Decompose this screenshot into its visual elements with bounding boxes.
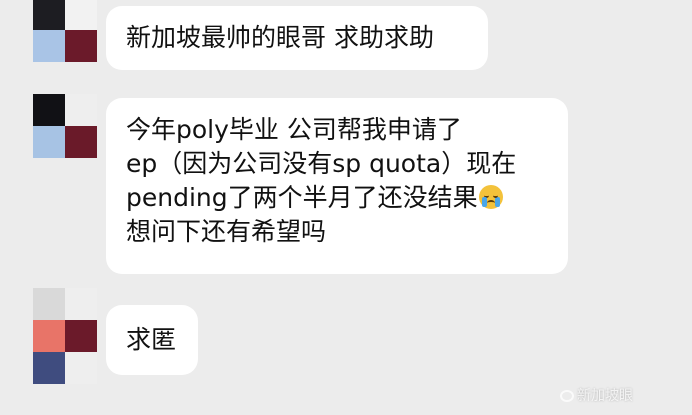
- message-text: pending了两个半月了还没结果: [126, 183, 478, 212]
- avatar[interactable]: [33, 288, 97, 384]
- avatar-tile: [33, 94, 65, 126]
- avatar-tile: [65, 126, 97, 158]
- message-bubble[interactable]: 今年poly毕业 公司帮我申请了 ep（因为公司没有sp quota）现在 pe…: [106, 98, 568, 274]
- message-text: 新加坡最帅的眼哥 求助求助: [126, 23, 434, 52]
- watermark-text: 新加坡眼: [577, 387, 633, 403]
- message-text-with-emoji: pending了两个半月了还没结果: [126, 181, 548, 215]
- message-text: 求匿: [126, 325, 177, 354]
- avatar-tile: [65, 30, 97, 62]
- avatar[interactable]: [33, 94, 97, 158]
- avatar-tile: [33, 320, 65, 352]
- weibo-icon: [560, 390, 574, 402]
- avatar-tile: [33, 288, 65, 320]
- avatar-tile: [65, 94, 97, 126]
- crying-face-icon: [478, 185, 503, 209]
- watermark: 新加坡眼: [560, 385, 633, 405]
- message-bubble[interactable]: 求匿: [106, 305, 198, 375]
- avatar-tile: [33, 0, 65, 30]
- avatar-tile: [33, 30, 65, 62]
- message-text: ep（因为公司没有sp quota）现在: [126, 149, 517, 178]
- avatar-tile: [33, 126, 65, 158]
- avatar-tile: [65, 0, 97, 30]
- message-text: 想问下还有希望吗: [126, 217, 327, 246]
- avatar-tile: [33, 352, 65, 384]
- message-bubble[interactable]: 新加坡最帅的眼哥 求助求助: [106, 6, 488, 70]
- avatar-tile: [65, 320, 97, 352]
- message-text: 今年poly毕业 公司帮我申请了: [126, 115, 462, 144]
- avatar-tile: [65, 352, 97, 384]
- avatar[interactable]: [33, 0, 97, 62]
- avatar-tile: [65, 288, 97, 320]
